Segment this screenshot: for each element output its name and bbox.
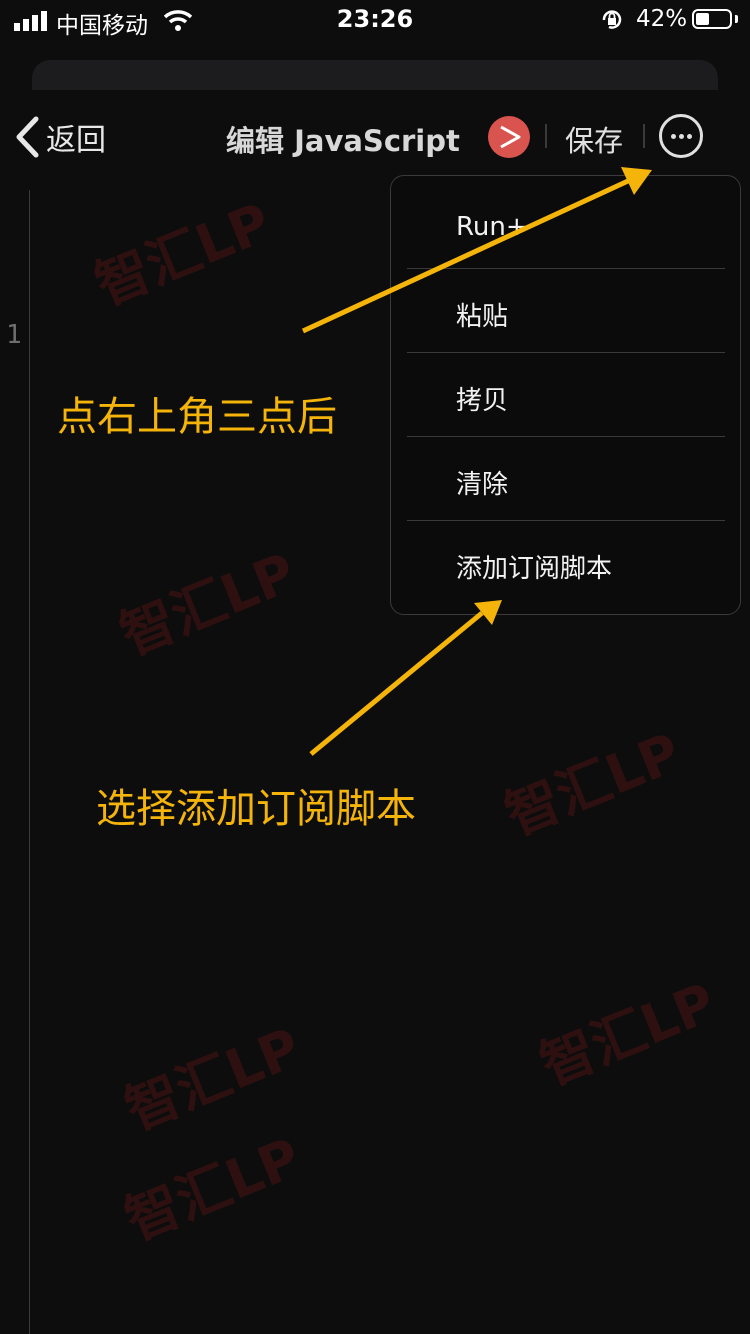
annotation-step2: 选择添加订阅脚本 bbox=[96, 786, 416, 832]
arrow-head bbox=[474, 600, 502, 625]
annotation-step1: 点右上角三点后 bbox=[57, 394, 337, 440]
annotation-arrows bbox=[301, 167, 652, 756]
